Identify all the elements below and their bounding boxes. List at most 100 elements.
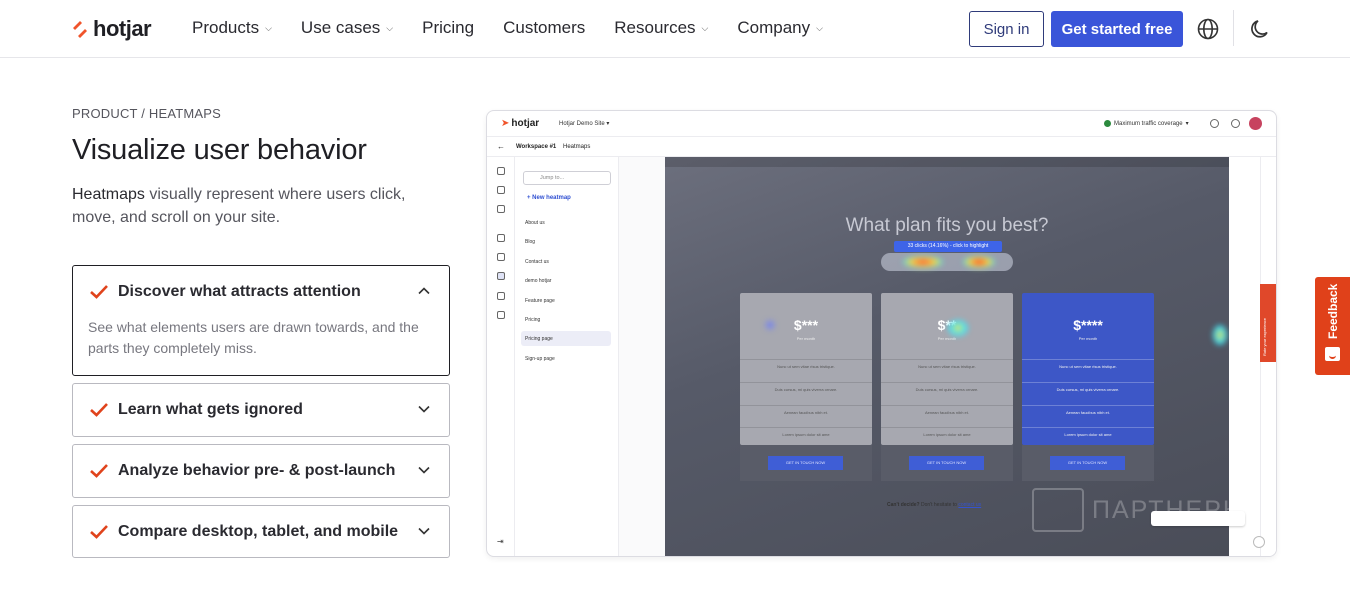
mock-plan-per: Per month (937, 336, 957, 341)
mock-heatmap-list: Jump to... + New heatmap About us Blog C… (515, 157, 619, 556)
intro-text: Heatmaps visually represent where users … (72, 183, 452, 229)
nav-resources-label: Resources (614, 18, 696, 37)
watermark-text: ПАРТНЕРКИН (1092, 495, 1280, 524)
mock-card-footer: GET IN TOUCH NOW (740, 445, 872, 481)
mock-contact-line: Can't decide? Don't hesitate to contact … (887, 502, 981, 508)
breadcrumb: PRODUCT / HEATMAPS (72, 106, 222, 121)
smile-icon (1325, 347, 1340, 361)
list-icon (497, 234, 505, 242)
nav-company-label: Company (737, 18, 811, 37)
feedback-tab[interactable]: Feedback (1315, 277, 1350, 375)
mock-feature: Nunc ut sem vitae risus tristique. (740, 359, 872, 369)
user-icon (1210, 119, 1219, 128)
mock-rate-tab: Rate your experience (1260, 284, 1276, 362)
heat-spot (903, 256, 943, 268)
mock-traffic-label: Maximum traffic coverage (1114, 120, 1183, 127)
mock-new-heatmap: + New heatmap (527, 195, 571, 201)
accordion-item-devices[interactable]: Compare desktop, tablet, and mobile (72, 505, 450, 558)
mock-feature: Aenean faucibus nibh et. (1022, 405, 1154, 415)
watermark-logo (1032, 488, 1084, 532)
mock-plan-card: $** Per month Nunc ut sem vitae risus tr… (881, 293, 1013, 445)
accordion-title: Discover what attracts attention (118, 283, 361, 300)
mock-feature: Aenean faucibus nibh et. (740, 405, 872, 415)
heatmap-icon (497, 272, 505, 280)
mock-feature: Duis cursus, mi quis viverra ornare. (1022, 382, 1154, 392)
hotjar-logo[interactable]: hotjar (71, 16, 152, 42)
funnel-icon (497, 253, 505, 261)
nav-customers[interactable]: Customers (503, 18, 585, 38)
moon-icon[interactable] (1248, 17, 1272, 41)
chevron-down-icon[interactable] (417, 463, 431, 477)
mock-feature: Lorem ipsum dolor sit ame (740, 427, 872, 437)
accordion-item-launch[interactable]: Analyze behavior pre- & post-launch (72, 444, 450, 498)
chevron-up-icon[interactable] (417, 284, 431, 298)
nav-use-cases-label: Use cases (300, 18, 381, 37)
nav-customers-label: Customers (503, 18, 586, 37)
dashboard-icon (497, 186, 505, 194)
accordion-header[interactable]: Analyze behavior pre- & post-launch (73, 445, 449, 497)
heat-spot (963, 256, 995, 268)
check-icon (90, 403, 108, 417)
mock-plan-price: $**** (1073, 317, 1103, 333)
accordion-header[interactable]: Compare desktop, tablet, and mobile (73, 506, 449, 558)
nav-products[interactable]: Products ⌵ (192, 18, 272, 38)
accordion-item-attention[interactable]: Discover what attracts attention See wha… (72, 265, 450, 376)
survey-icon (497, 311, 505, 319)
mock-feature: Duis cursus, mi quis viverra ornare. (881, 382, 1013, 392)
mock-jump-input: Jump to... (523, 171, 611, 185)
mock-plan-per: Per month (1078, 336, 1098, 341)
chat-icon (497, 292, 505, 300)
check-icon (90, 464, 108, 478)
accordion-title: Learn what gets ignored (118, 401, 303, 418)
accordion-header[interactable]: Discover what attracts attention (73, 266, 449, 318)
accordion-item-ignored[interactable]: Learn what gets ignored (72, 383, 450, 437)
chevron-down-icon: ⌵ (816, 22, 823, 33)
home-icon (497, 167, 505, 175)
nav-resources[interactable]: Resources ⌵ (614, 18, 708, 38)
nav-company[interactable]: Company ⌵ (737, 18, 823, 38)
accordion-header[interactable]: Learn what gets ignored (73, 384, 449, 436)
mock-card-footer: GET IN TOUCH NOW (1022, 445, 1154, 481)
mock-breadcrumb: ← Workspace #1 Heatmaps (487, 137, 1276, 157)
mock-gutter (619, 157, 665, 556)
chevron-down-icon[interactable] (417, 524, 431, 538)
check-icon (90, 285, 108, 299)
nav-use-cases[interactable]: Use cases ⌵ (301, 18, 393, 38)
mock-feature: Aenean faucibus nibh et. (881, 405, 1013, 415)
mock-click-tooltip: 33 clicks (14.16%) - click to highlight (894, 241, 1002, 252)
chevron-down-icon[interactable] (417, 402, 431, 416)
mock-card-footer: GET IN TOUCH NOW (881, 445, 1013, 481)
sign-in-button[interactable]: Sign in (969, 11, 1044, 47)
accordion-title: Analyze behavior pre- & post-launch (118, 462, 396, 479)
mock-site-header (665, 157, 1229, 167)
mock-plan-card: $*** Per month Nunc ut sem vitae risus t… (740, 293, 872, 445)
get-started-button[interactable]: Get started free (1051, 11, 1183, 47)
mock-page-item: Pricing (525, 317, 541, 323)
mock-plan-headline: What plan fits you best? (845, 215, 1049, 236)
mock-logo: ➤ hotjar (501, 118, 539, 129)
top-navigation: hotjar Products ⌵ Use cases ⌵ Pricing Cust… (0, 0, 1350, 58)
mock-rate-label: Rate your experience (1262, 317, 1267, 356)
mock-cta: GET IN TOUCH NOW (768, 456, 843, 470)
bulb-icon (497, 205, 505, 213)
chevron-down-icon: ⌵ (265, 22, 272, 33)
accordion-body: See what elements users are drawn toward… (88, 319, 419, 356)
mock-feature: Nunc ut sem vitae risus tristique. (1022, 359, 1154, 369)
mock-contact-question: Can't decide? (887, 502, 920, 508)
mock-section: Heatmaps (563, 144, 591, 150)
back-arrow-icon: ← (497, 142, 505, 151)
mock-page-item: About us (525, 220, 545, 226)
mock-page-item: Blog (525, 239, 536, 245)
nav-pricing[interactable]: Pricing (422, 18, 474, 38)
mock-page-item-active: Pricing page (521, 331, 611, 346)
globe-icon[interactable] (1196, 17, 1220, 41)
mock-cta: GET IN TOUCH NOW (1050, 456, 1125, 470)
nav-pricing-label: Pricing (422, 18, 475, 37)
mock-site-selector: Hotjar Demo Site ▾ (559, 121, 610, 127)
feedback-label: Feedback (1326, 283, 1340, 339)
mock-plan-price: $** (937, 317, 957, 333)
mock-plan-card: $**** Per month Nunc ut sem vitae risus … (1022, 293, 1154, 445)
chevron-down-icon: ⌵ (701, 22, 709, 33)
mock-contact-text: Don't hesitate to (919, 502, 959, 508)
heat-spot (1213, 325, 1227, 345)
